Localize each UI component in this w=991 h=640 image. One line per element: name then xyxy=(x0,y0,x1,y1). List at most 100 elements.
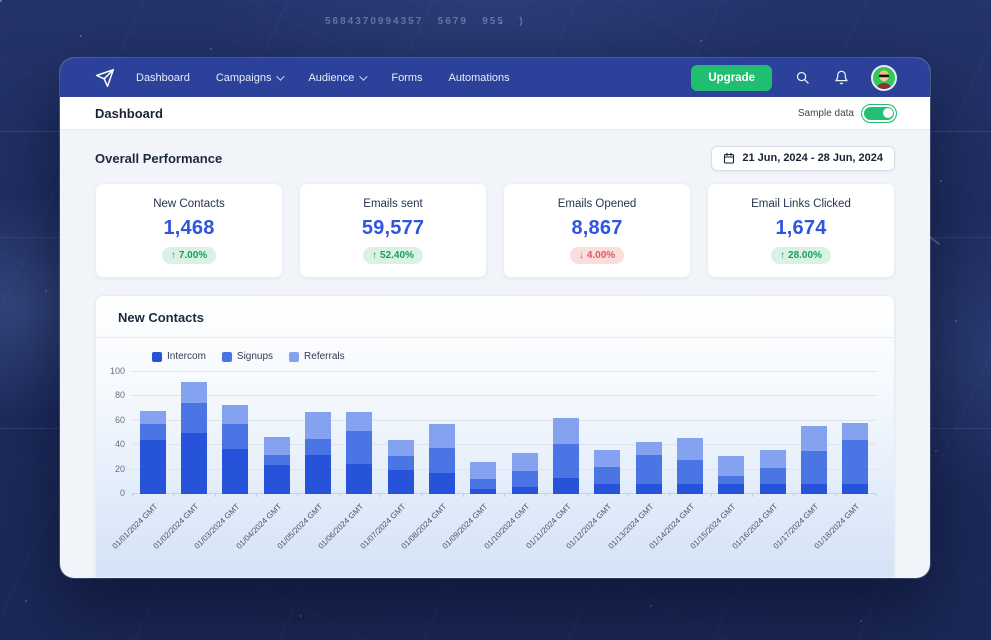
bell-icon[interactable] xyxy=(832,69,850,87)
stat-cards-row: New Contacts 1,468 ↑7.00% Emails sent59,577… xyxy=(95,183,895,278)
sample-data-toggle[interactable] xyxy=(861,104,897,123)
bar-segment-signups xyxy=(181,403,207,434)
main-content: Overall Performance 21 Jun, 2024 - 28 Ju… xyxy=(60,130,930,578)
bar-segment-signups xyxy=(636,455,662,484)
bar-segment-intercom xyxy=(264,465,290,494)
nav-item-label: Automations xyxy=(449,72,510,84)
upgrade-button[interactable]: Upgrade xyxy=(691,65,772,91)
stat-card: Email Links Clicked1,674↑28.00% xyxy=(707,183,895,278)
section-title: Overall Performance xyxy=(95,151,222,166)
bar-segment-intercom xyxy=(222,449,248,494)
bar-segment-signups xyxy=(801,451,827,484)
bar-segment-referrals xyxy=(842,423,868,440)
nav-item-campaigns[interactable]: Campaigns xyxy=(216,72,283,84)
stacked-bar xyxy=(388,372,414,494)
bar-segment-intercom xyxy=(842,484,868,494)
bar-segment-intercom xyxy=(140,440,166,494)
plot-area: 020406080100 xyxy=(132,372,876,494)
avatar[interactable] xyxy=(871,65,897,91)
stat-value: 1,674 xyxy=(775,217,826,240)
nav-item-forms[interactable]: Forms xyxy=(391,72,422,84)
paper-plane-icon[interactable] xyxy=(94,67,116,89)
y-axis-tick-label: 20 xyxy=(115,464,125,474)
bar-segment-referrals xyxy=(553,418,579,444)
bar-segment-intercom xyxy=(346,464,372,495)
stat-card: Emails sent59,577↑52.40% xyxy=(299,183,487,278)
toggle-knob xyxy=(883,108,893,118)
arrow-down-icon: ↓ xyxy=(579,250,584,261)
nav-item-label: Campaigns xyxy=(216,72,272,84)
arrow-up-icon: ↑ xyxy=(780,250,785,261)
overview-header: Overall Performance 21 Jun, 2024 - 28 Ju… xyxy=(95,145,895,171)
date-range-picker[interactable]: 21 Jun, 2024 - 28 Jun, 2024 xyxy=(711,146,895,171)
stat-delta-badge: ↓4.00% xyxy=(570,247,624,264)
bar-segment-signups xyxy=(264,455,290,465)
search-icon[interactable] xyxy=(793,69,811,87)
stacked-bar xyxy=(760,372,786,494)
background-digits: 5684370994357 5679 955 ) xyxy=(325,16,525,27)
y-axis-tick-label: 80 xyxy=(115,390,125,400)
stat-delta-value: 28.00% xyxy=(788,250,822,261)
bar-segment-referrals xyxy=(305,412,331,439)
bar-segment-intercom xyxy=(718,484,744,494)
stacked-bar xyxy=(636,372,662,494)
bar-segment-signups xyxy=(677,460,703,484)
bar-segment-signups xyxy=(594,467,620,484)
stacked-bar xyxy=(181,372,207,494)
bar-segment-intercom xyxy=(677,484,703,494)
nav-item-dashboard[interactable]: Dashboard xyxy=(136,72,190,84)
stat-label: New Contacts xyxy=(153,198,225,210)
stacked-bar xyxy=(429,372,455,494)
bar-segment-intercom xyxy=(181,433,207,494)
legend-label: Signups xyxy=(237,351,273,362)
stat-delta-badge: ↑7.00% xyxy=(162,247,216,264)
bar-segment-signups xyxy=(305,439,331,455)
legend-item[interactable]: Referrals xyxy=(289,351,345,362)
bar-segment-referrals xyxy=(801,426,827,452)
sample-data-control: Sample data xyxy=(798,104,897,123)
stat-delta-value: 4.00% xyxy=(587,250,615,261)
bar-segment-signups xyxy=(140,424,166,440)
bar-segment-referrals xyxy=(760,450,786,468)
plot-outer: 020406080100 01/01/2024 GMT01/02/2024 GM… xyxy=(132,372,876,552)
bar-segment-referrals xyxy=(636,442,662,455)
nav-menu: Dashboard Campaigns Audience Forms Automatio… xyxy=(136,72,510,84)
bar-segment-referrals xyxy=(594,450,620,467)
legend-item[interactable]: Signups xyxy=(222,351,273,362)
legend-item[interactable]: Intercom xyxy=(152,351,206,362)
chart-title: New Contacts xyxy=(96,296,894,337)
stacked-bar xyxy=(842,372,868,494)
x-axis-tick xyxy=(876,494,877,497)
bar-segment-referrals xyxy=(470,462,496,479)
x-axis-label: 01/18/2024 GMT xyxy=(813,502,862,551)
chevron-down-icon xyxy=(360,72,368,80)
bar-segment-referrals xyxy=(677,438,703,460)
stacked-bar xyxy=(346,372,372,494)
bar-segment-referrals xyxy=(181,382,207,403)
nav-item-audience[interactable]: Audience xyxy=(308,72,365,84)
stat-card: Emails Opened8,867↓4.00% xyxy=(503,183,691,278)
chart-card: New Contacts IntercomSignupsReferrals 02… xyxy=(95,295,895,577)
bar-segment-referrals xyxy=(718,456,744,476)
bar-segment-referrals xyxy=(346,412,372,430)
bar-segment-signups xyxy=(470,479,496,489)
stacked-bar xyxy=(470,372,496,494)
chart-legend: Intercom Signups Referrals xyxy=(152,351,894,362)
bar-segment-signups xyxy=(222,424,248,448)
bar-segment-referrals xyxy=(222,405,248,425)
nav-item-automations[interactable]: Automations xyxy=(449,72,510,84)
bar-segment-intercom xyxy=(305,455,331,494)
stat-delta-badge: ↑52.40% xyxy=(363,247,423,264)
bar-segment-intercom xyxy=(553,478,579,494)
stat-value: 1,468 xyxy=(163,217,214,240)
stacked-bar xyxy=(264,372,290,494)
stat-label: Emails Opened xyxy=(558,198,637,210)
nav-item-label: Dashboard xyxy=(136,72,190,84)
nav-item-label: Audience xyxy=(308,72,354,84)
bar-segment-intercom xyxy=(636,484,662,494)
stacked-bar xyxy=(553,372,579,494)
legend-swatch xyxy=(289,352,299,362)
legend-swatch xyxy=(152,352,162,362)
y-axis-tick-label: 0 xyxy=(120,488,125,498)
sample-data-label: Sample data xyxy=(798,108,854,119)
